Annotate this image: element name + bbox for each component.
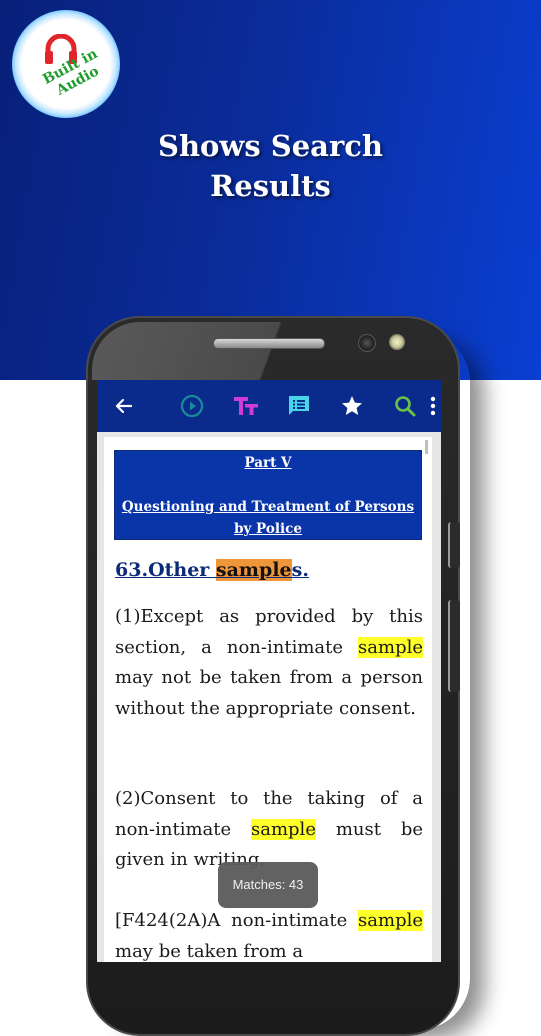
matches-toast: Matches: 43 xyxy=(218,862,318,908)
section-number: 63. xyxy=(115,559,149,581)
search-icon[interactable] xyxy=(391,392,419,420)
scrollbar[interactable] xyxy=(425,440,428,454)
promo-title-line1: Shows Search xyxy=(158,129,383,163)
volume-button xyxy=(448,600,460,692)
paragraph-3: [F424(2A)A non-intimate sample may be ta… xyxy=(115,906,423,962)
section-heading: 63.Other samples. xyxy=(115,559,309,581)
search-match-highlight: sample xyxy=(358,636,423,658)
paragraph-text: may be taken from a xyxy=(115,940,304,962)
section-title-text: Other xyxy=(148,559,216,581)
power-button xyxy=(448,522,460,568)
part-label: Part V xyxy=(244,455,292,471)
search-match-highlight: sample xyxy=(358,910,423,931)
paragraph-text: [F424(2A)A non-intimate xyxy=(115,910,359,931)
more-options-icon[interactable] xyxy=(422,392,441,420)
current-search-match: sample xyxy=(215,559,292,581)
promo-title: Shows Search Results xyxy=(0,126,541,206)
back-arrow-icon[interactable] xyxy=(110,392,138,420)
paragraph-text: may not be taken from a person without t… xyxy=(115,667,423,719)
part-header: Part V Questioning and Treatment of Pers… xyxy=(114,450,422,540)
part-title: Questioning and Treatment of Persons by … xyxy=(121,499,415,537)
phone-speaker xyxy=(213,338,325,349)
paragraph-1: (1)Except as provided by this section, a… xyxy=(115,602,423,724)
search-match-highlight: sample xyxy=(251,818,316,840)
proximity-sensor xyxy=(389,334,405,350)
text-size-icon[interactable] xyxy=(232,392,260,420)
section-title-suffix: s. xyxy=(291,559,309,581)
promo-title-line2: Results xyxy=(210,169,331,203)
play-icon[interactable] xyxy=(178,392,206,420)
app-toolbar xyxy=(97,380,441,432)
notes-icon[interactable] xyxy=(285,392,313,420)
bookmark-star-icon[interactable] xyxy=(338,392,366,420)
phone-glare xyxy=(92,322,292,380)
built-in-audio-badge: Built in Audio xyxy=(12,10,120,118)
front-camera xyxy=(358,334,376,352)
